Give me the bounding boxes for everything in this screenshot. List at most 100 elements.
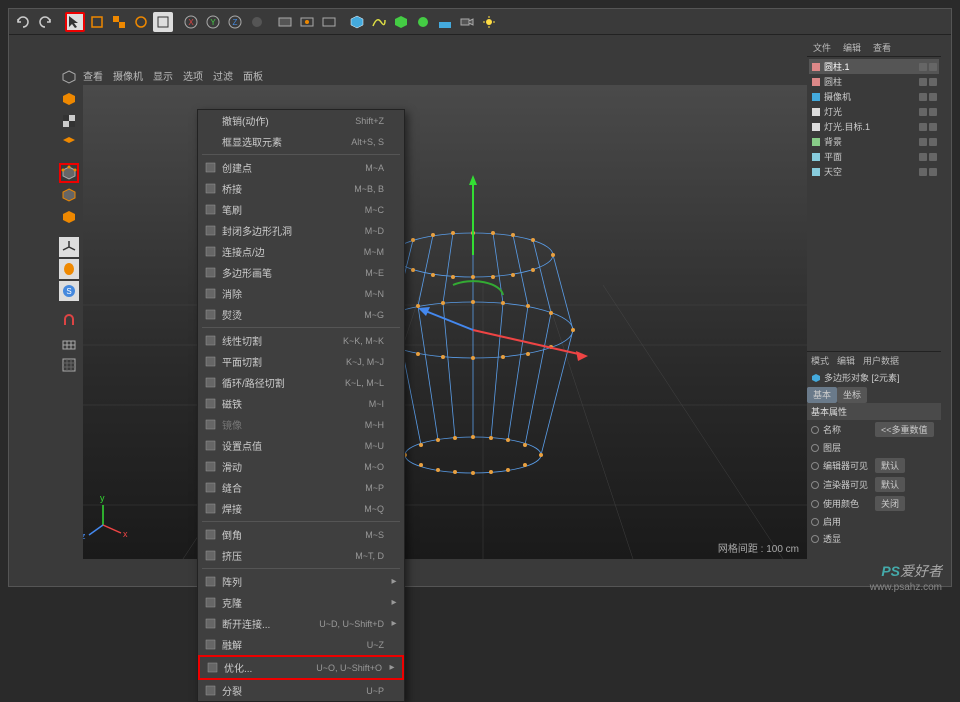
undo-button[interactable] — [13, 12, 33, 32]
visibility-dot[interactable] — [919, 78, 927, 86]
select-tool-button[interactable] — [65, 12, 85, 32]
radio-icon[interactable] — [811, 518, 819, 526]
light-button[interactable] — [479, 12, 499, 32]
context-menu-item[interactable]: 封闭多边形孔洞M~D — [198, 220, 404, 241]
context-menu-item[interactable]: 挤压M~T, D — [198, 545, 404, 566]
tab-view[interactable]: 查看 — [867, 39, 897, 56]
context-menu-item[interactable]: 克隆▸ — [198, 592, 404, 613]
context-menu-item[interactable]: 多边形画笔M~E — [198, 262, 404, 283]
attr-value[interactable]: 默认 — [875, 458, 905, 473]
attr-value[interactable]: 关闭 — [875, 496, 905, 511]
radio-icon[interactable] — [811, 535, 819, 543]
y-axis-toggle[interactable]: Y — [203, 12, 223, 32]
radio-icon[interactable] — [811, 426, 819, 434]
texture-mode-button[interactable] — [59, 111, 79, 131]
rotate-tool-button[interactable] — [131, 12, 151, 32]
make-editable-button[interactable] — [59, 67, 79, 87]
context-menu-item[interactable]: 创建点M~A — [198, 157, 404, 178]
axis-toggle-button[interactable] — [59, 237, 79, 257]
hierarchy-item[interactable]: 天空 — [809, 164, 939, 179]
x-axis-toggle[interactable]: X — [181, 12, 201, 32]
workplane-button[interactable] — [59, 133, 79, 153]
attr-value[interactable]: 默认 — [875, 477, 905, 492]
attr-tab-user[interactable]: 用户数据 — [859, 352, 903, 368]
radio-icon[interactable] — [811, 444, 819, 452]
render-dot[interactable] — [929, 108, 937, 116]
model-mode-button[interactable] — [59, 89, 79, 109]
radio-icon[interactable] — [811, 500, 819, 508]
cube-primitive-button[interactable] — [347, 12, 367, 32]
redo-button[interactable] — [35, 12, 55, 32]
render-view-button[interactable] — [275, 12, 295, 32]
visibility-dot[interactable] — [919, 168, 927, 176]
camera-button[interactable] — [457, 12, 477, 32]
attr-value[interactable]: <<多重数值 — [875, 422, 934, 437]
edge-mode-button[interactable] — [59, 185, 79, 205]
render-dot[interactable] — [929, 123, 937, 131]
render-settings-button[interactable] — [319, 12, 339, 32]
context-menu-item[interactable]: 缝合M~P — [198, 477, 404, 498]
context-menu-item[interactable]: 消除M~N — [198, 283, 404, 304]
context-menu-item[interactable]: 磁铁M~I — [198, 393, 404, 414]
radio-icon[interactable] — [811, 462, 819, 470]
render-dot[interactable] — [929, 138, 937, 146]
viewport-solo-button[interactable]: S — [59, 281, 79, 301]
context-menu-item[interactable]: 融解U~Z — [198, 634, 404, 655]
visibility-dot[interactable] — [919, 93, 927, 101]
visibility-dot[interactable] — [919, 153, 927, 161]
context-menu-item[interactable]: 平面切割K~J, M~J — [198, 351, 404, 372]
visibility-dot[interactable] — [919, 138, 927, 146]
hierarchy-item[interactable]: 摄像机 — [809, 89, 939, 104]
radio-icon[interactable] — [811, 481, 819, 489]
attr-tab-mode[interactable]: 模式 — [807, 352, 833, 368]
context-menu-item[interactable]: 分裂U~P — [198, 680, 404, 701]
menu-panel[interactable]: 面板 — [243, 68, 263, 86]
render-dot[interactable] — [929, 153, 937, 161]
context-menu-item[interactable]: 设置点值M~U — [198, 435, 404, 456]
coord-toggle[interactable] — [247, 12, 267, 32]
context-menu-item[interactable]: 倒角M~S — [198, 524, 404, 545]
tab-edit[interactable]: 编辑 — [837, 39, 867, 56]
attr-tab-edit[interactable]: 编辑 — [833, 352, 859, 368]
hierarchy-item[interactable]: 圆柱.1 — [809, 59, 939, 74]
attr-subtab-coord[interactable]: 坐标 — [837, 387, 867, 403]
tweak-mode-button[interactable] — [59, 259, 79, 279]
menu-camera[interactable]: 摄像机 — [113, 68, 143, 86]
spline-button[interactable] — [369, 12, 389, 32]
guide-snap-button[interactable] — [59, 355, 79, 375]
render-dot[interactable] — [929, 93, 937, 101]
menu-display[interactable]: 显示 — [153, 68, 173, 86]
deformer-button[interactable] — [413, 12, 433, 32]
environment-button[interactable] — [435, 12, 455, 32]
menu-filter[interactable]: 过滤 — [213, 68, 233, 86]
scale-tool-button[interactable] — [109, 12, 129, 32]
context-menu-item[interactable]: 循环/路径切割K~L, M~L — [198, 372, 404, 393]
menu-options[interactable]: 选项 — [183, 68, 203, 86]
render-region-button[interactable] — [297, 12, 317, 32]
tab-file[interactable]: 文件 — [807, 39, 837, 56]
context-menu-item[interactable]: 阵列▸ — [198, 571, 404, 592]
recent-tool-button[interactable] — [153, 12, 173, 32]
z-axis-toggle[interactable]: Z — [225, 12, 245, 32]
polygon-mode-button[interactable] — [59, 207, 79, 227]
context-menu-item[interactable]: 线性切割K~K, M~K — [198, 330, 404, 351]
context-menu-item[interactable]: 断开连接...U~D, U~Shift+D▸ — [198, 613, 404, 634]
hierarchy-item[interactable]: 平面 — [809, 149, 939, 164]
menu-view[interactable]: 查看 — [83, 68, 103, 86]
move-tool-button[interactable] — [87, 12, 107, 32]
context-menu-item[interactable]: 撤销(动作)Shift+Z — [198, 110, 404, 131]
context-menu-item[interactable]: 连接点/边M~M — [198, 241, 404, 262]
context-menu-item[interactable]: 滑动M~O — [198, 456, 404, 477]
snap-toggle-button[interactable] — [59, 311, 79, 331]
hierarchy-item[interactable]: 灯光 — [809, 104, 939, 119]
render-dot[interactable] — [929, 63, 937, 71]
hierarchy-item[interactable]: 圆柱 — [809, 74, 939, 89]
point-mode-button[interactable] — [59, 163, 79, 183]
visibility-dot[interactable] — [919, 63, 927, 71]
hierarchy-item[interactable]: 灯光.目标.1 — [809, 119, 939, 134]
context-menu-item[interactable]: 优化...U~O, U~Shift+O▸ — [198, 655, 404, 680]
context-menu-item[interactable]: 框显选取元素Alt+S, S — [198, 131, 404, 152]
visibility-dot[interactable] — [919, 108, 927, 116]
context-menu-item[interactable]: 桥接M~B, B — [198, 178, 404, 199]
hierarchy-item[interactable]: 背景 — [809, 134, 939, 149]
